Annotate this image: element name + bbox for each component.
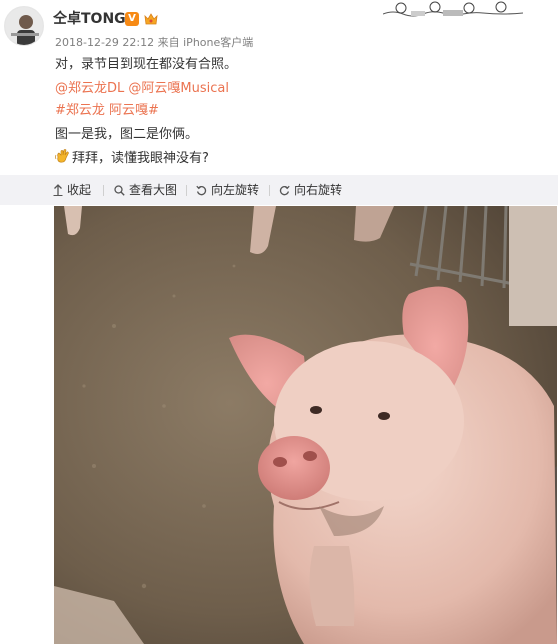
hashtag-line: #郑云龙 阿云嘎# xyxy=(55,102,159,120)
waving-hand-emoji-icon xyxy=(55,149,71,164)
post-photo-pig[interactable] xyxy=(54,206,557,644)
view-large-label: 查看大图 xyxy=(129,183,178,197)
post-text: 拜拜，读懂我眼神没有? xyxy=(72,151,209,166)
source-prefix: 来自 xyxy=(157,36,180,49)
member-crown-icon[interactable] xyxy=(143,11,159,27)
view-large-button[interactable]: 查看大图 xyxy=(114,182,177,198)
collapse-label: 收起 xyxy=(67,183,92,197)
username-link[interactable]: 仝卓TONG xyxy=(53,10,126,28)
toolbar-divider xyxy=(186,185,187,196)
user-avatar[interactable] xyxy=(4,6,44,46)
post-timestamp-link[interactable]: 2018-12-29 22:12 xyxy=(55,36,154,49)
image-toolbar: 收起 查看大图 向左旋转 向右旋转 xyxy=(0,175,558,205)
rotate-left-button[interactable]: 向左旋转 xyxy=(196,182,259,198)
rotate-right-icon xyxy=(279,185,290,195)
mentions-line: @郑云龙DL @阿云嘎Musical xyxy=(55,80,229,98)
collapse-button[interactable]: 收起 xyxy=(53,182,91,198)
rotate-right-label: 向右旋转 xyxy=(294,183,343,197)
post-text-line-with-emoji: 拜拜，读懂我眼神没有? xyxy=(55,149,209,168)
rotate-right-button[interactable]: 向右旋转 xyxy=(279,182,342,198)
toolbar-divider xyxy=(103,185,104,196)
cartoon-banner-decoration xyxy=(382,0,524,20)
post-meta: 2018-12-29 22:12 来自 iPhone客户端 xyxy=(55,36,253,50)
device-link[interactable]: iPhone客户端 xyxy=(183,36,253,49)
mention-link[interactable]: @阿云嘎Musical xyxy=(128,81,229,96)
hashtag-link[interactable]: #郑云龙 阿云嘎# xyxy=(55,103,159,118)
weibo-post: 仝卓TONG V 2018-12-29 22:12 来自 iPhone客户端 对… xyxy=(0,0,558,644)
post-text-line: 图一是我，图二是你俩。 xyxy=(55,127,199,142)
mention-link[interactable]: @郑云龙DL xyxy=(55,81,124,96)
post-text-line: 对，录节目到现在都没有合照。 xyxy=(55,57,238,72)
rotate-left-icon xyxy=(196,185,207,195)
toolbar-divider xyxy=(269,185,270,196)
verified-badge-icon[interactable]: V xyxy=(125,12,139,26)
magnifier-icon xyxy=(114,184,125,196)
arrow-up-icon xyxy=(53,184,63,196)
rotate-left-label: 向左旋转 xyxy=(211,183,260,197)
